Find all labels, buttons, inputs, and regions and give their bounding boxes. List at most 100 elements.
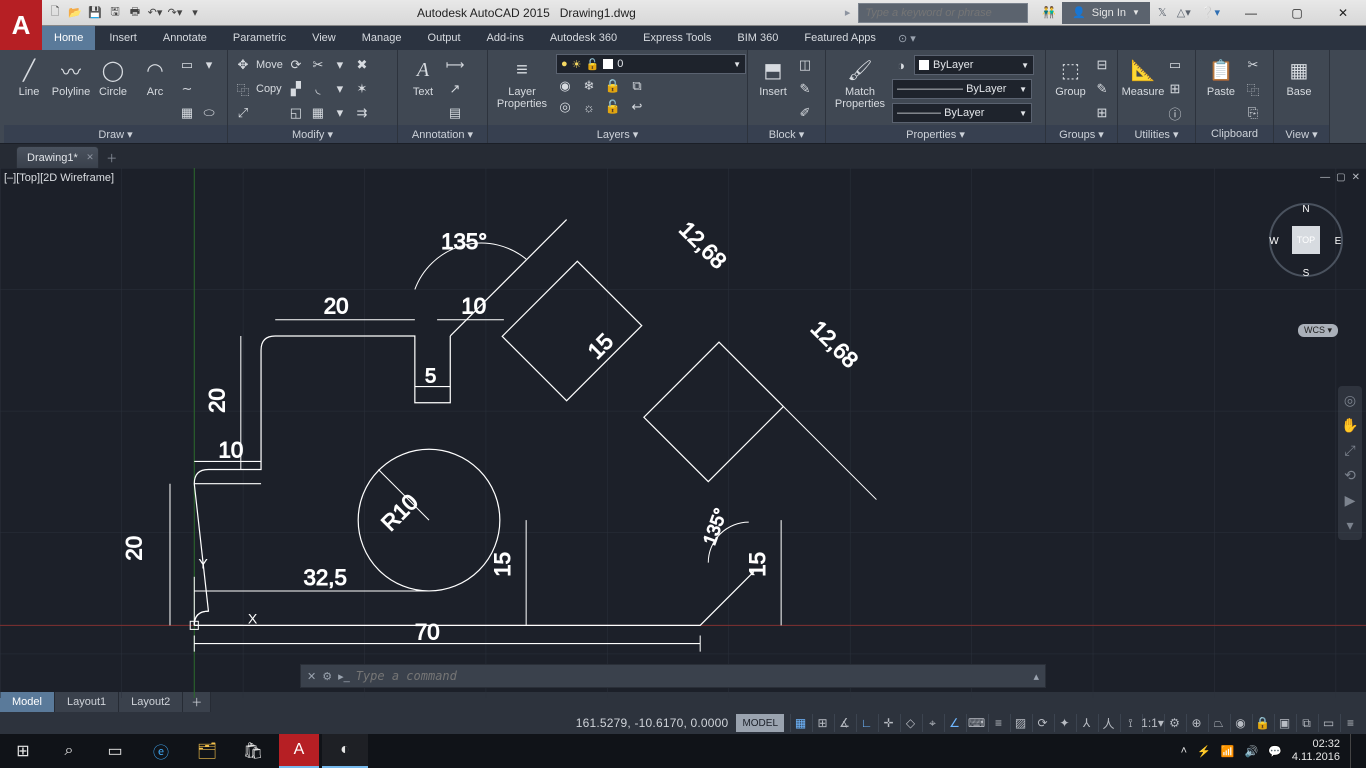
offset-icon[interactable]: ⇉	[353, 104, 371, 122]
quickprops-toggle-icon[interactable]: ◉	[1230, 714, 1250, 732]
current-layer-combo[interactable]: ● ☀ 🔓 0 ▼	[556, 54, 746, 74]
tray-volume-icon[interactable]: 🔊	[1244, 745, 1258, 758]
cmd-customize-icon[interactable]: ⚙	[322, 670, 332, 683]
orbit-icon[interactable]: ⟲	[1344, 467, 1356, 484]
ribbon-tab-manage[interactable]: Manage	[350, 26, 414, 50]
base-view-button[interactable]: ▦Base	[1280, 54, 1318, 98]
qat-more-icon[interactable]: ▾	[186, 4, 204, 22]
taskbar-search-icon[interactable]: ⌕	[46, 734, 92, 768]
panel-utilities-title[interactable]: Utilities ▾	[1118, 125, 1195, 143]
annomon-toggle-icon[interactable]: ⊕	[1186, 714, 1206, 732]
tray-network-icon[interactable]: ⚡	[1197, 745, 1211, 758]
copy-icon[interactable]: ⿻	[234, 80, 252, 98]
command-input[interactable]	[356, 669, 1028, 683]
ellipse-icon[interactable]: ⬭	[200, 104, 218, 122]
clip-copy-icon[interactable]: ⿻	[1244, 80, 1262, 98]
qat-save-icon[interactable]: 💾	[86, 4, 104, 22]
rotate-icon[interactable]: ⟳	[287, 56, 305, 74]
panel-view-title[interactable]: View ▾	[1274, 125, 1329, 143]
color-icon[interactable]: ◑	[892, 56, 910, 74]
cut-icon[interactable]: ✂	[1244, 56, 1262, 74]
edge-icon[interactable]: ⓔ	[138, 734, 184, 768]
osnap-toggle-icon[interactable]: ⌖	[922, 714, 942, 732]
layer-freeze-icon[interactable]: ❄	[580, 77, 598, 95]
ribbon-tab-parametric[interactable]: Parametric	[221, 26, 298, 50]
units-toggle-icon[interactable]: ⏢	[1208, 714, 1228, 732]
ribbon-tab-featuredapps[interactable]: Featured Apps	[792, 26, 888, 50]
explode-icon[interactable]: ✶	[353, 80, 371, 98]
layer-prev-icon[interactable]: ↩	[628, 98, 646, 116]
spline-icon[interactable]: ∼	[178, 80, 196, 98]
showmotion-icon[interactable]: ▶	[1345, 492, 1356, 509]
ribbon-tab-addins[interactable]: Add-ins	[475, 26, 536, 50]
tray-notifications-icon[interactable]: 💬	[1268, 745, 1282, 758]
layer-thaw-icon[interactable]: ☼	[580, 98, 598, 116]
cursor-coords[interactable]: 161.5279, -10.6170, 0.0000	[576, 716, 729, 730]
fillet-icon[interactable]: ◟	[309, 80, 327, 98]
maximize-button[interactable]: ▢	[1274, 0, 1320, 26]
edit-block-icon[interactable]: ✎	[796, 80, 814, 98]
ortho-toggle-icon[interactable]: ∟	[856, 714, 876, 732]
command-line[interactable]: ✕ ⚙ ▸_ ▴	[300, 664, 1046, 688]
line-button[interactable]: ╱Line	[10, 54, 48, 98]
cycling-toggle-icon[interactable]: ⟳	[1032, 714, 1052, 732]
close-button[interactable]: ✕	[1320, 0, 1366, 26]
panel-annotation-title[interactable]: Annotation ▾	[398, 125, 487, 143]
tray-up-icon[interactable]: ˄	[1181, 745, 1187, 757]
infer-toggle-icon[interactable]: ∡	[834, 714, 854, 732]
model-space-indicator[interactable]: MODEL	[736, 714, 784, 732]
gizmo-toggle-icon[interactable]: ⟟	[1120, 714, 1140, 732]
color-combo[interactable]: ByLayer▼	[914, 55, 1034, 75]
polyline-button[interactable]: 〰Polyline	[52, 54, 90, 98]
lineweight-combo[interactable]: —————— ByLayer▼	[892, 79, 1032, 99]
dyn-input-toggle-icon[interactable]: ⌨	[966, 714, 986, 732]
new-document-tab-button[interactable]: ＋	[101, 148, 123, 168]
qat-redo-icon[interactable]: ↷▾	[166, 4, 184, 22]
start-button[interactable]: ⊞	[0, 734, 46, 768]
explorer-icon[interactable]: 🗂	[184, 734, 230, 768]
qat-saveas-icon[interactable]: 🖫	[106, 4, 124, 22]
layer-iso-icon[interactable]: ◎	[556, 98, 574, 116]
panel-layers-title[interactable]: Layers ▾	[488, 125, 747, 143]
autocad-task-icon[interactable]: A	[279, 734, 319, 768]
create-block-icon[interactable]: ◫	[796, 56, 814, 74]
hatch-icon[interactable]: ▦	[178, 104, 196, 122]
transparency-toggle-icon[interactable]: ▨	[1010, 714, 1030, 732]
ungroup-icon[interactable]: ⊟	[1093, 56, 1111, 74]
signin-button[interactable]: 👤 Sign In ▼	[1062, 2, 1150, 24]
id-icon[interactable]: ⓘ	[1166, 104, 1184, 122]
leader-icon[interactable]: ↗	[446, 80, 464, 98]
store-icon[interactable]: 🛍	[230, 734, 276, 768]
paste-button[interactable]: 📋Paste	[1202, 54, 1240, 98]
selectall-icon[interactable]: ▭	[1166, 56, 1184, 74]
grid-toggle-icon[interactable]: ▦	[790, 714, 810, 732]
match-properties-button[interactable]: 🖌MatchProperties	[832, 54, 888, 110]
ribbon-tab-annotate[interactable]: Annotate	[151, 26, 219, 50]
copy-label[interactable]: Copy	[256, 83, 282, 95]
table-icon[interactable]: ▤	[446, 104, 464, 122]
snap-toggle-icon[interactable]: ⊞	[812, 714, 832, 732]
taskview-icon[interactable]: ▭	[92, 734, 138, 768]
annoscale-display-icon[interactable]: 1:1▾	[1142, 714, 1162, 732]
copybase-icon[interactable]: ⎘	[1244, 104, 1262, 122]
layer-match-icon[interactable]: ⧉	[628, 77, 646, 95]
panel-clipboard-title[interactable]: Clipboard	[1196, 125, 1273, 143]
ribbon-tab-output[interactable]: Output	[416, 26, 473, 50]
lineweight-toggle-icon[interactable]: ≡	[988, 714, 1008, 732]
close-tab-icon[interactable]: ✕	[86, 152, 94, 163]
qat-open-icon[interactable]: 📂	[66, 4, 84, 22]
infocenter-search-input[interactable]	[858, 3, 1028, 23]
measure-button[interactable]: 📐Measure	[1124, 54, 1162, 98]
ribbon-tab-expresstools[interactable]: Express Tools	[631, 26, 723, 50]
qat-undo-icon[interactable]: ↶▾	[146, 4, 164, 22]
chrome-task-icon[interactable]: ◐	[322, 734, 368, 768]
draw-more-icon[interactable]: ▾	[200, 56, 218, 74]
show-desktop-button[interactable]	[1350, 734, 1356, 768]
lockui-toggle-icon[interactable]: 🔒	[1252, 714, 1272, 732]
workspace-switch-icon[interactable]: ⚙	[1164, 714, 1184, 732]
layer-off-icon[interactable]: ◉	[556, 77, 574, 95]
scale-icon[interactable]: ◱	[287, 104, 305, 122]
text-button[interactable]: AText	[404, 54, 442, 98]
dynucs-toggle-icon[interactable]: ⅄	[1076, 714, 1096, 732]
cmd-history-icon[interactable]: ▴	[1033, 670, 1039, 683]
